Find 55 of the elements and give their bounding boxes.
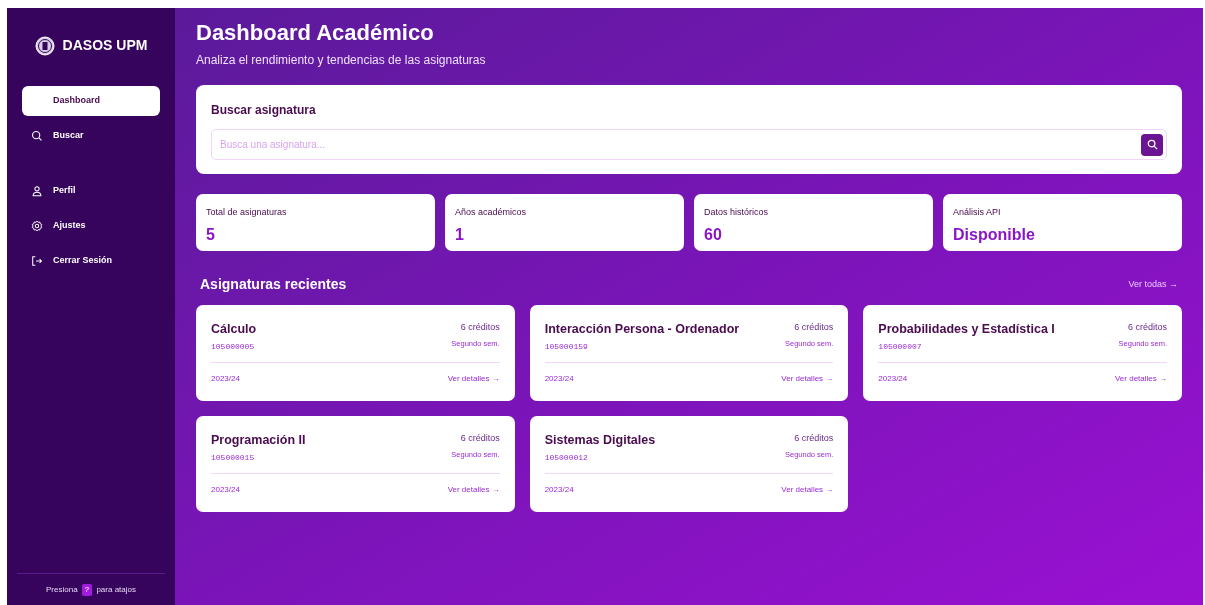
section-title: Asignaturas recientes	[200, 275, 347, 294]
details-link[interactable]: Ver detalles →	[447, 484, 500, 496]
logout-icon	[31, 255, 43, 267]
course-name: Programación II	[211, 432, 306, 448]
stat-label: Años académicos	[455, 206, 528, 219]
stat-value: 1	[455, 224, 465, 245]
nav-item[interactable]: Buscar	[22, 121, 160, 151]
course-name: Sistemas Digitales	[544, 432, 656, 448]
course-code: 105000159	[544, 341, 589, 353]
course-credits: 6 créditos	[794, 432, 834, 445]
nav-item[interactable]: Cerrar Sesión	[22, 246, 160, 276]
course-code: 105000012	[544, 452, 589, 464]
nav-item[interactable]: Perfil	[22, 176, 160, 206]
user-icon	[31, 185, 43, 197]
course-year: 2023/24	[211, 484, 240, 496]
course-credits: 6 créditos	[1127, 321, 1167, 334]
brand-name: DASOS UPM	[62, 36, 148, 55]
nav-item[interactable]: Ajustes	[22, 211, 160, 241]
stat-value: 5	[206, 224, 216, 245]
stat-label: Total de asignaturas	[206, 206, 288, 219]
details-link[interactable]: Ver detalles →	[781, 373, 834, 385]
stat-value: Disponible	[953, 224, 1036, 245]
seal-logo-icon	[34, 35, 55, 56]
page-subtitle: Analiza el rendimiento y tendencias de las asignaturas	[196, 52, 487, 69]
course-name: Cálculo	[211, 321, 257, 337]
search-field[interactable]: Busca una asignatura...	[211, 129, 1167, 160]
course-code: 105000007	[878, 341, 923, 353]
course-code: 105000015	[211, 452, 256, 464]
search-icon	[1146, 139, 1158, 150]
search-icon	[31, 130, 43, 142]
course-credits: 6 créditos	[460, 321, 500, 334]
details-link[interactable]: Ver detalles →	[1114, 373, 1167, 385]
course-year: 2023/24	[544, 373, 574, 385]
course-credits: 6 créditos	[460, 432, 500, 445]
course-code: 105000005	[211, 341, 256, 353]
stat-value: 60	[704, 224, 723, 245]
course-year: 2023/24	[211, 373, 240, 385]
course-name: Interacción Persona - Ordenador	[544, 321, 740, 337]
course-year: 2023/24	[544, 484, 574, 496]
course-name: Probabilidades y Estadística I	[878, 321, 1055, 337]
stat-label: Datos históricos	[704, 206, 770, 219]
nav-item[interactable]: Dashboard	[22, 86, 160, 116]
see-all-link[interactable]: Ver todas →	[1128, 277, 1178, 292]
course-year: 2023/24	[878, 373, 908, 385]
stat-label: Análisis API	[953, 206, 1002, 219]
page-title: Dashboard Académico	[196, 20, 435, 46]
shortcut-hint: para atajos	[96, 583, 136, 596]
details-link[interactable]: Ver detalles →	[781, 484, 834, 496]
search-button[interactable]	[1141, 133, 1163, 156]
shortcut-hint: Presiona	[46, 583, 78, 596]
search-card-title: Buscar asignatura	[211, 102, 317, 119]
details-link[interactable]: Ver detalles →	[447, 373, 500, 385]
keyboard-key: ?	[81, 583, 93, 596]
course-credits: 6 créditos	[794, 321, 834, 334]
settings-icon	[31, 220, 43, 232]
